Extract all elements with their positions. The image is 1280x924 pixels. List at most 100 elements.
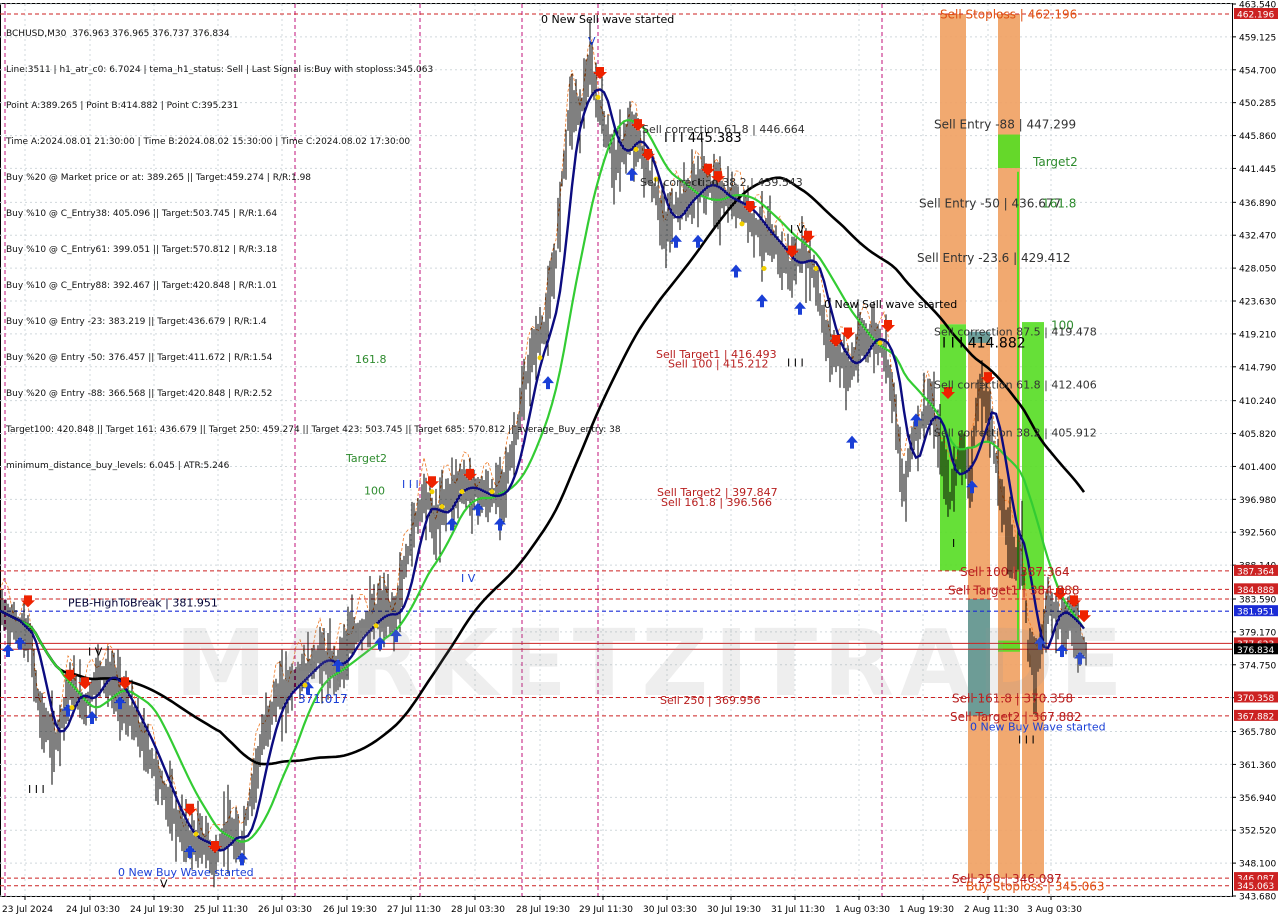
chart-annotation: I I I <box>402 478 419 491</box>
chart-annotation: I <box>952 537 955 550</box>
level-price-label: 370.358 <box>1237 694 1274 704</box>
x-tick-label: 31 Jul 11:30 <box>771 905 825 915</box>
price-chart-svg: 0 New Sell wave startedVI I I 445.383Sel… <box>0 1 1278 915</box>
current-price-label: 376.834 <box>1237 646 1274 656</box>
y-tick-label: 365.780 <box>1239 728 1276 738</box>
chart-annotation: Target2 <box>345 452 387 465</box>
chart-annotation: Sell correction 61.8 | 412.406 <box>934 378 1097 391</box>
chart-annotation: 161.8 <box>1042 196 1076 210</box>
signal-star-icon <box>633 146 639 152</box>
y-tick-label: 428.050 <box>1239 265 1276 275</box>
level-price-label: 462.196 <box>1237 11 1274 21</box>
x-tick-label: 28 Jul 19:30 <box>516 905 570 915</box>
chart-annotation: V <box>160 878 168 891</box>
signal-star-icon <box>193 831 199 837</box>
y-tick-label: 436.890 <box>1239 199 1276 209</box>
y-tick-label: 441.445 <box>1239 165 1276 175</box>
chart-annotation: I V <box>790 223 805 236</box>
x-tick-label: 27 Jul 11:30 <box>387 905 441 915</box>
chart-annotation: Sell Target1 | 384.888 <box>948 583 1080 597</box>
target-zone <box>998 134 1020 169</box>
x-tick-label: 24 Jul 19:30 <box>130 905 184 915</box>
signal-star-icon <box>302 682 308 688</box>
chart-annotation: I V <box>88 645 103 658</box>
y-tick-label: 392.560 <box>1239 529 1276 539</box>
level-price-label: 384.888 <box>1237 586 1274 596</box>
chart-annotation: I I I <box>28 783 45 796</box>
chart-annotation: Sell Entry -50 | 436.677 <box>919 196 1061 210</box>
y-tick-label: 419.210 <box>1239 330 1276 340</box>
target-zone <box>998 640 1020 652</box>
y-tick-label: 361.360 <box>1239 761 1276 771</box>
chart-annotation: 371.017 <box>298 692 348 706</box>
chart-annotation: I I I 414.882 <box>942 335 1026 351</box>
y-tick-label: 459.125 <box>1239 33 1276 43</box>
chart-annotation: Sell 100 | 415.212 <box>668 357 769 370</box>
chart-annotation: Sell Entry -23.6 | 429.412 <box>917 251 1071 265</box>
signal-star-icon <box>595 94 601 100</box>
signal-star-icon <box>429 489 435 495</box>
signal-star-icon <box>373 623 379 629</box>
chart-annotation: 0 New Sell wave started <box>541 13 674 26</box>
x-axis: 23 Jul 2024 24 Jul 03:30 24 Jul 19:30 25 Ju… <box>2 896 1082 915</box>
signal-star-icon <box>813 265 819 271</box>
y-tick-label: 374.750 <box>1239 661 1276 671</box>
y-tick-label: 396.980 <box>1239 496 1276 506</box>
y-tick-label: 383.590 <box>1239 595 1276 605</box>
chart-annotation: V <box>588 35 596 48</box>
chart-annotation: I I I <box>787 357 804 370</box>
y-tick-label: 352.520 <box>1239 827 1276 837</box>
level-price-label: 345.063 <box>1237 882 1274 892</box>
x-tick-label: 30 Jul 03:30 <box>643 905 697 915</box>
chart-annotation: I V <box>461 572 476 585</box>
signal-star-icon <box>537 355 543 361</box>
chart-annotation: Sell Stoploss | 462.196 <box>940 7 1077 21</box>
signal-star-icon <box>739 221 745 227</box>
chart-annotation: 100 <box>364 485 385 498</box>
chart-annotation: 161.8 <box>355 353 387 366</box>
signal-star-icon <box>489 489 495 495</box>
level-price-label: 367.882 <box>1237 712 1274 722</box>
x-tick-label: 24 Jul 03:30 <box>66 905 120 915</box>
x-tick-label: 1 Aug 19:30 <box>899 905 954 915</box>
chart: 0 New Sell wave started V I I I 445.383 Sel… <box>0 0 1280 920</box>
x-tick-label: 29 Jul 11:30 <box>579 905 633 915</box>
chart-annotation: Sell correction 61.8 | 446.664 <box>642 123 805 136</box>
x-tick-label: 30 Jul 19:30 <box>707 905 761 915</box>
y-tick-label: 410.240 <box>1239 397 1276 407</box>
chart-annotation: Sell 250 | 369.956 <box>660 694 761 707</box>
signal-star-icon <box>877 340 883 346</box>
y-tick-label: 454.700 <box>1239 66 1276 76</box>
chart-annotation: Sell 100 | 387.364 <box>960 565 1070 579</box>
chart-annotation: 0 New Sell wave started <box>824 298 957 311</box>
x-tick-label: 1 Aug 03:30 <box>835 905 890 915</box>
y-tick-label: 432.470 <box>1239 232 1276 242</box>
y-tick-label: 405.820 <box>1239 430 1276 440</box>
x-tick-label: 2 Aug 11:30 <box>964 905 1019 915</box>
y-tick-label: 423.630 <box>1239 298 1276 308</box>
signal-star-icon <box>439 504 445 510</box>
y-tick-label: 445.860 <box>1239 132 1276 142</box>
chart-annotation: 0 New Buy Wave started <box>118 866 254 879</box>
chart-annotation: Buy Stoploss | 345.063 <box>966 880 1105 894</box>
chart-annotation: Target2 <box>1032 155 1078 169</box>
chart-annotation: Sell 161.8 | 370.358 <box>952 691 1073 705</box>
signal-star-icon <box>69 705 75 711</box>
target-zone <box>940 13 966 325</box>
x-tick-label: 26 Jul 19:30 <box>323 905 377 915</box>
y-tick-label: 348.100 <box>1239 860 1276 870</box>
chart-annotation: 0 New Buy Wave started <box>970 721 1106 734</box>
chart-annotation: Sell 161.8 | 396.566 <box>661 496 772 509</box>
x-tick-label: 3 Aug 03:30 <box>1027 905 1082 915</box>
x-tick-label: 23 Jul 2024 <box>2 905 53 915</box>
level-price-label: 387.364 <box>1237 567 1274 577</box>
y-tick-label: 450.285 <box>1239 99 1276 109</box>
chart-annotation: Sell correction 38.2 | 405.912 <box>934 427 1097 440</box>
chart-annotation: Sell Entry -88 | 447.299 <box>934 118 1076 132</box>
y-axis: 463.540459.125454.700450.285445.860441.4… <box>1232 1 1278 903</box>
chart-annotation: I I I <box>1018 733 1035 746</box>
y-tick-label: 401.400 <box>1239 463 1276 473</box>
chart-annotation: Sell correction 38.2 | 439.543 <box>640 176 803 189</box>
x-tick-label: 28 Jul 03:30 <box>451 905 505 915</box>
x-tick-label: 25 Jul 11:30 <box>194 905 248 915</box>
